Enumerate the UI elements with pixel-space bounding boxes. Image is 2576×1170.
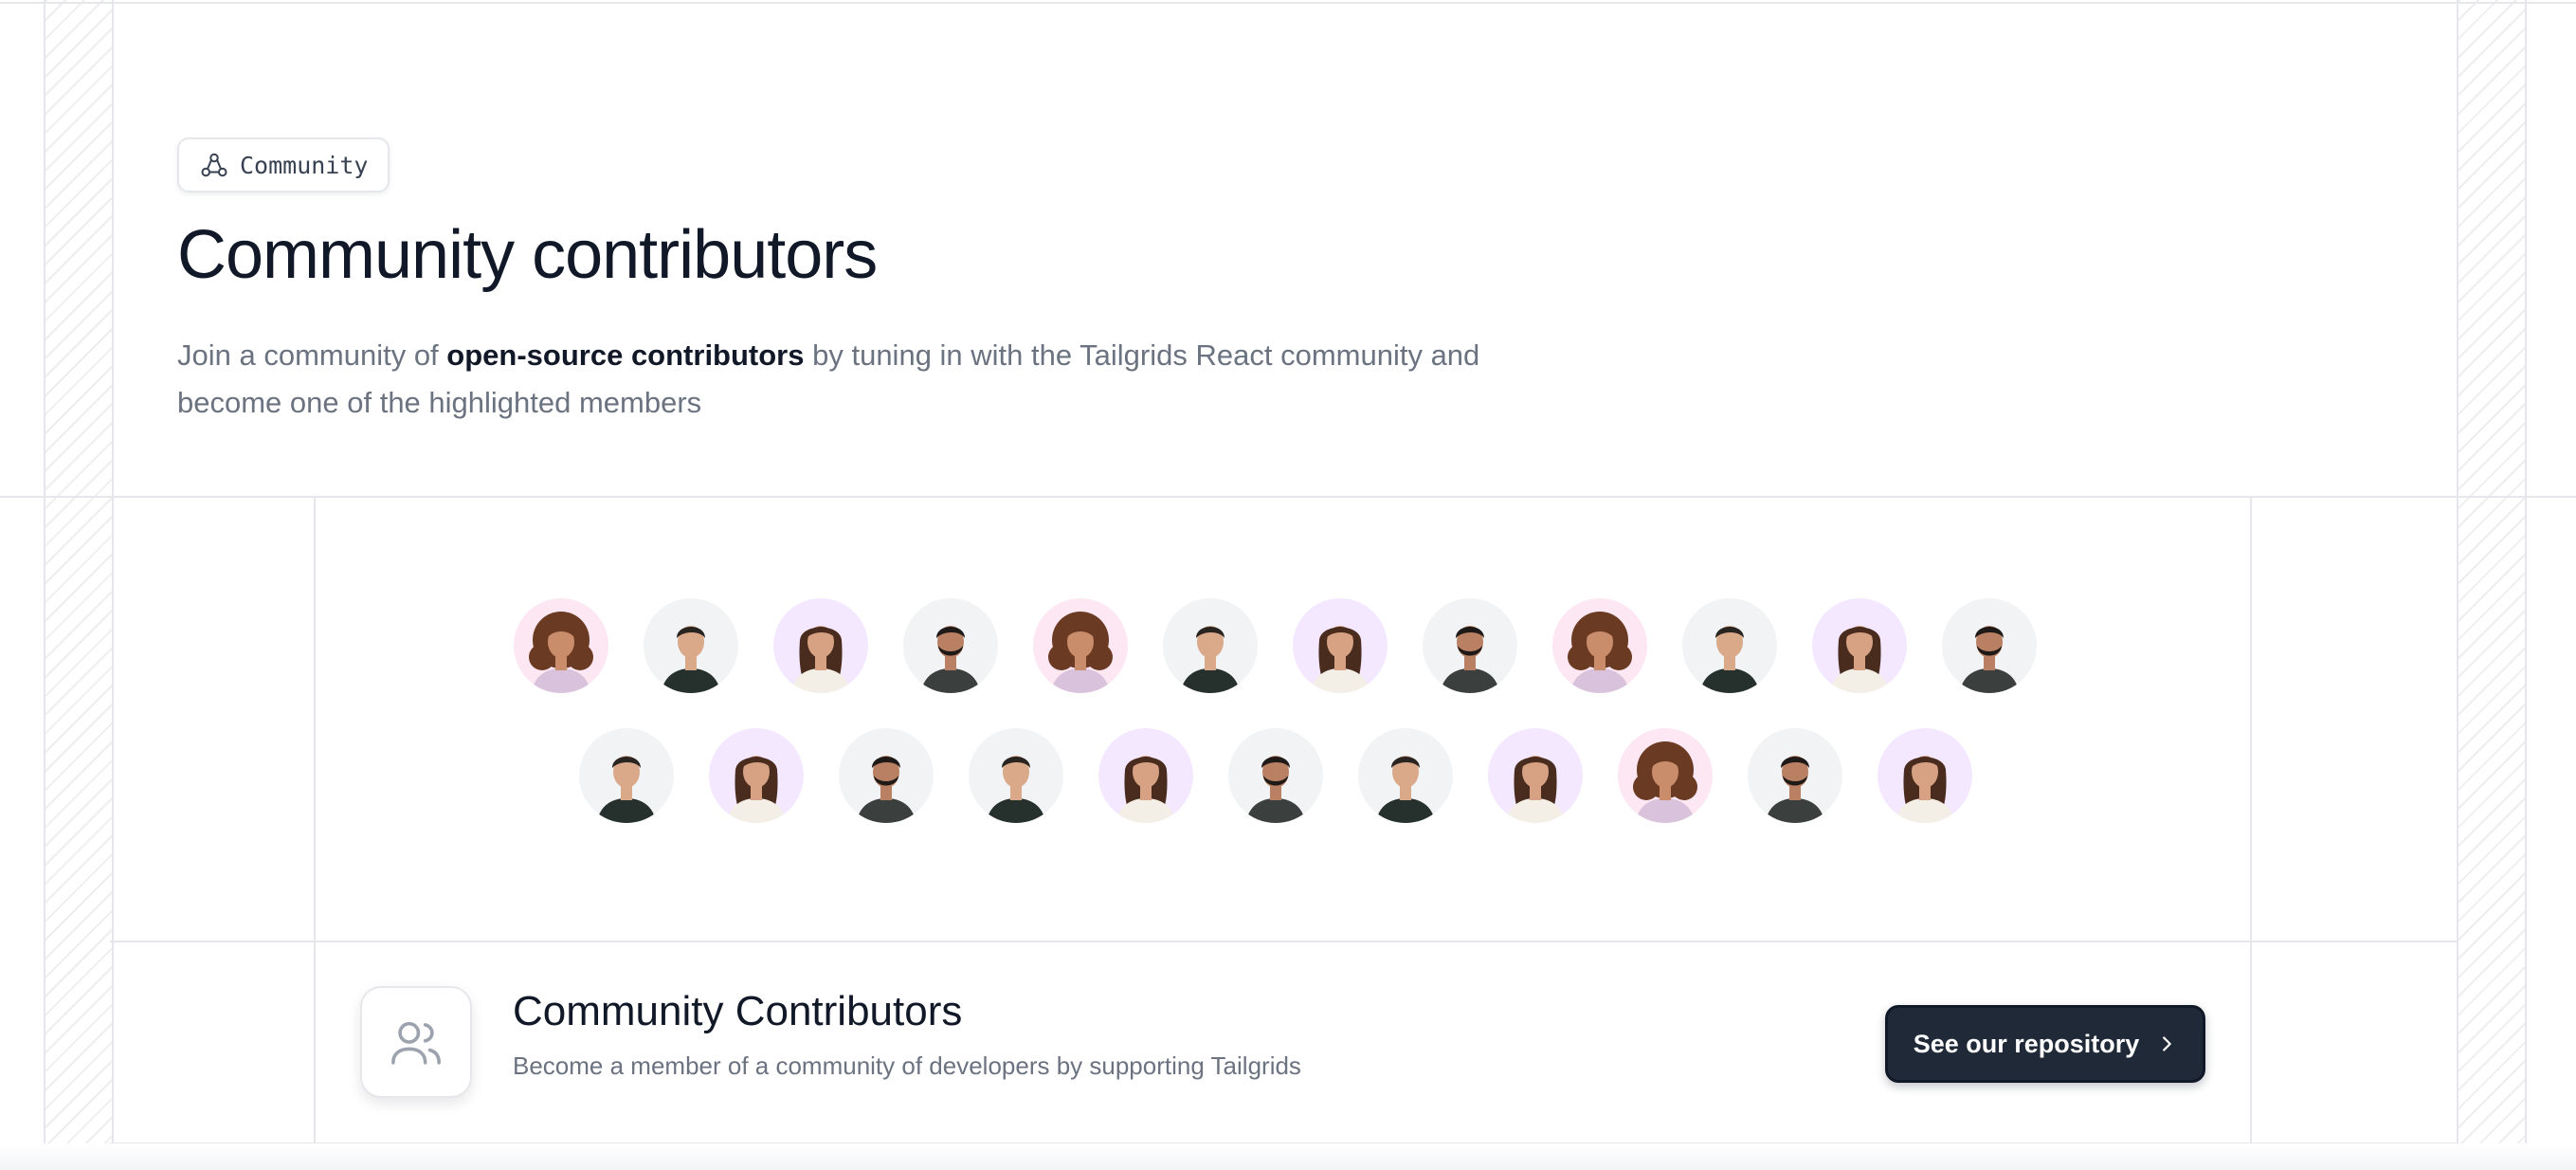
inner-left-guide xyxy=(314,497,316,1143)
contributor-avatar[interactable] xyxy=(1942,598,2037,693)
see-repository-button[interactable]: See our repository xyxy=(1885,1005,2205,1083)
contributor-avatar[interactable] xyxy=(1618,728,1713,823)
page-description: Join a community of open-source contribu… xyxy=(177,332,1551,427)
users-icon xyxy=(391,1021,441,1065)
contributor-avatar[interactable] xyxy=(1488,728,1583,823)
contributor-avatar[interactable] xyxy=(644,598,738,693)
card-title: Community Contributors xyxy=(513,988,963,1034)
contributor-avatar[interactable] xyxy=(773,598,868,693)
contributor-avatar[interactable] xyxy=(969,728,1063,823)
section-divider xyxy=(0,496,2576,498)
left-hatch-border xyxy=(44,0,114,1170)
contributor-avatar[interactable] xyxy=(839,728,934,823)
right-hatch-border xyxy=(2457,0,2527,1170)
contributor-avatar[interactable] xyxy=(1552,598,1647,693)
community-badge: Community xyxy=(177,137,390,192)
inner-right-guide xyxy=(2250,497,2252,1143)
contributor-avatar[interactable] xyxy=(1228,728,1323,823)
page-title: Community contributors xyxy=(177,217,878,293)
contributor-avatar[interactable] xyxy=(1878,728,1972,823)
chevron-right-icon xyxy=(2163,1036,2172,1051)
community-icon xyxy=(201,153,227,177)
contributor-avatar[interactable] xyxy=(1098,728,1193,823)
contributor-avatar[interactable] xyxy=(709,728,804,823)
contributor-avatar[interactable] xyxy=(1682,598,1777,693)
contributor-avatar[interactable] xyxy=(1812,598,1907,693)
users-icon-box xyxy=(360,986,472,1098)
card-subtitle: Become a member of a community of develo… xyxy=(513,1051,1301,1080)
contributor-avatar[interactable] xyxy=(1423,598,1517,693)
contributor-avatar[interactable] xyxy=(1748,728,1842,823)
see-repository-label: See our repository xyxy=(1913,1029,2140,1058)
badge-label: Community xyxy=(240,151,369,179)
avatar-row-2 xyxy=(579,728,1972,823)
contributor-avatar[interactable] xyxy=(514,598,608,693)
contributor-avatar[interactable] xyxy=(579,728,674,823)
contributor-avatar[interactable] xyxy=(1163,598,1258,693)
contributor-avatar[interactable] xyxy=(1293,598,1388,693)
description-highlight: open-source contributors xyxy=(446,338,805,372)
avatar-row-1 xyxy=(514,598,2037,693)
contributor-avatar[interactable] xyxy=(1358,728,1453,823)
top-divider xyxy=(0,2,2576,4)
description-prefix: Join a community of xyxy=(177,338,447,372)
contributor-avatar[interactable] xyxy=(1033,598,1128,693)
bottom-strip xyxy=(0,1143,2576,1170)
contributor-avatar[interactable] xyxy=(903,598,998,693)
card-divider xyxy=(110,941,2457,942)
